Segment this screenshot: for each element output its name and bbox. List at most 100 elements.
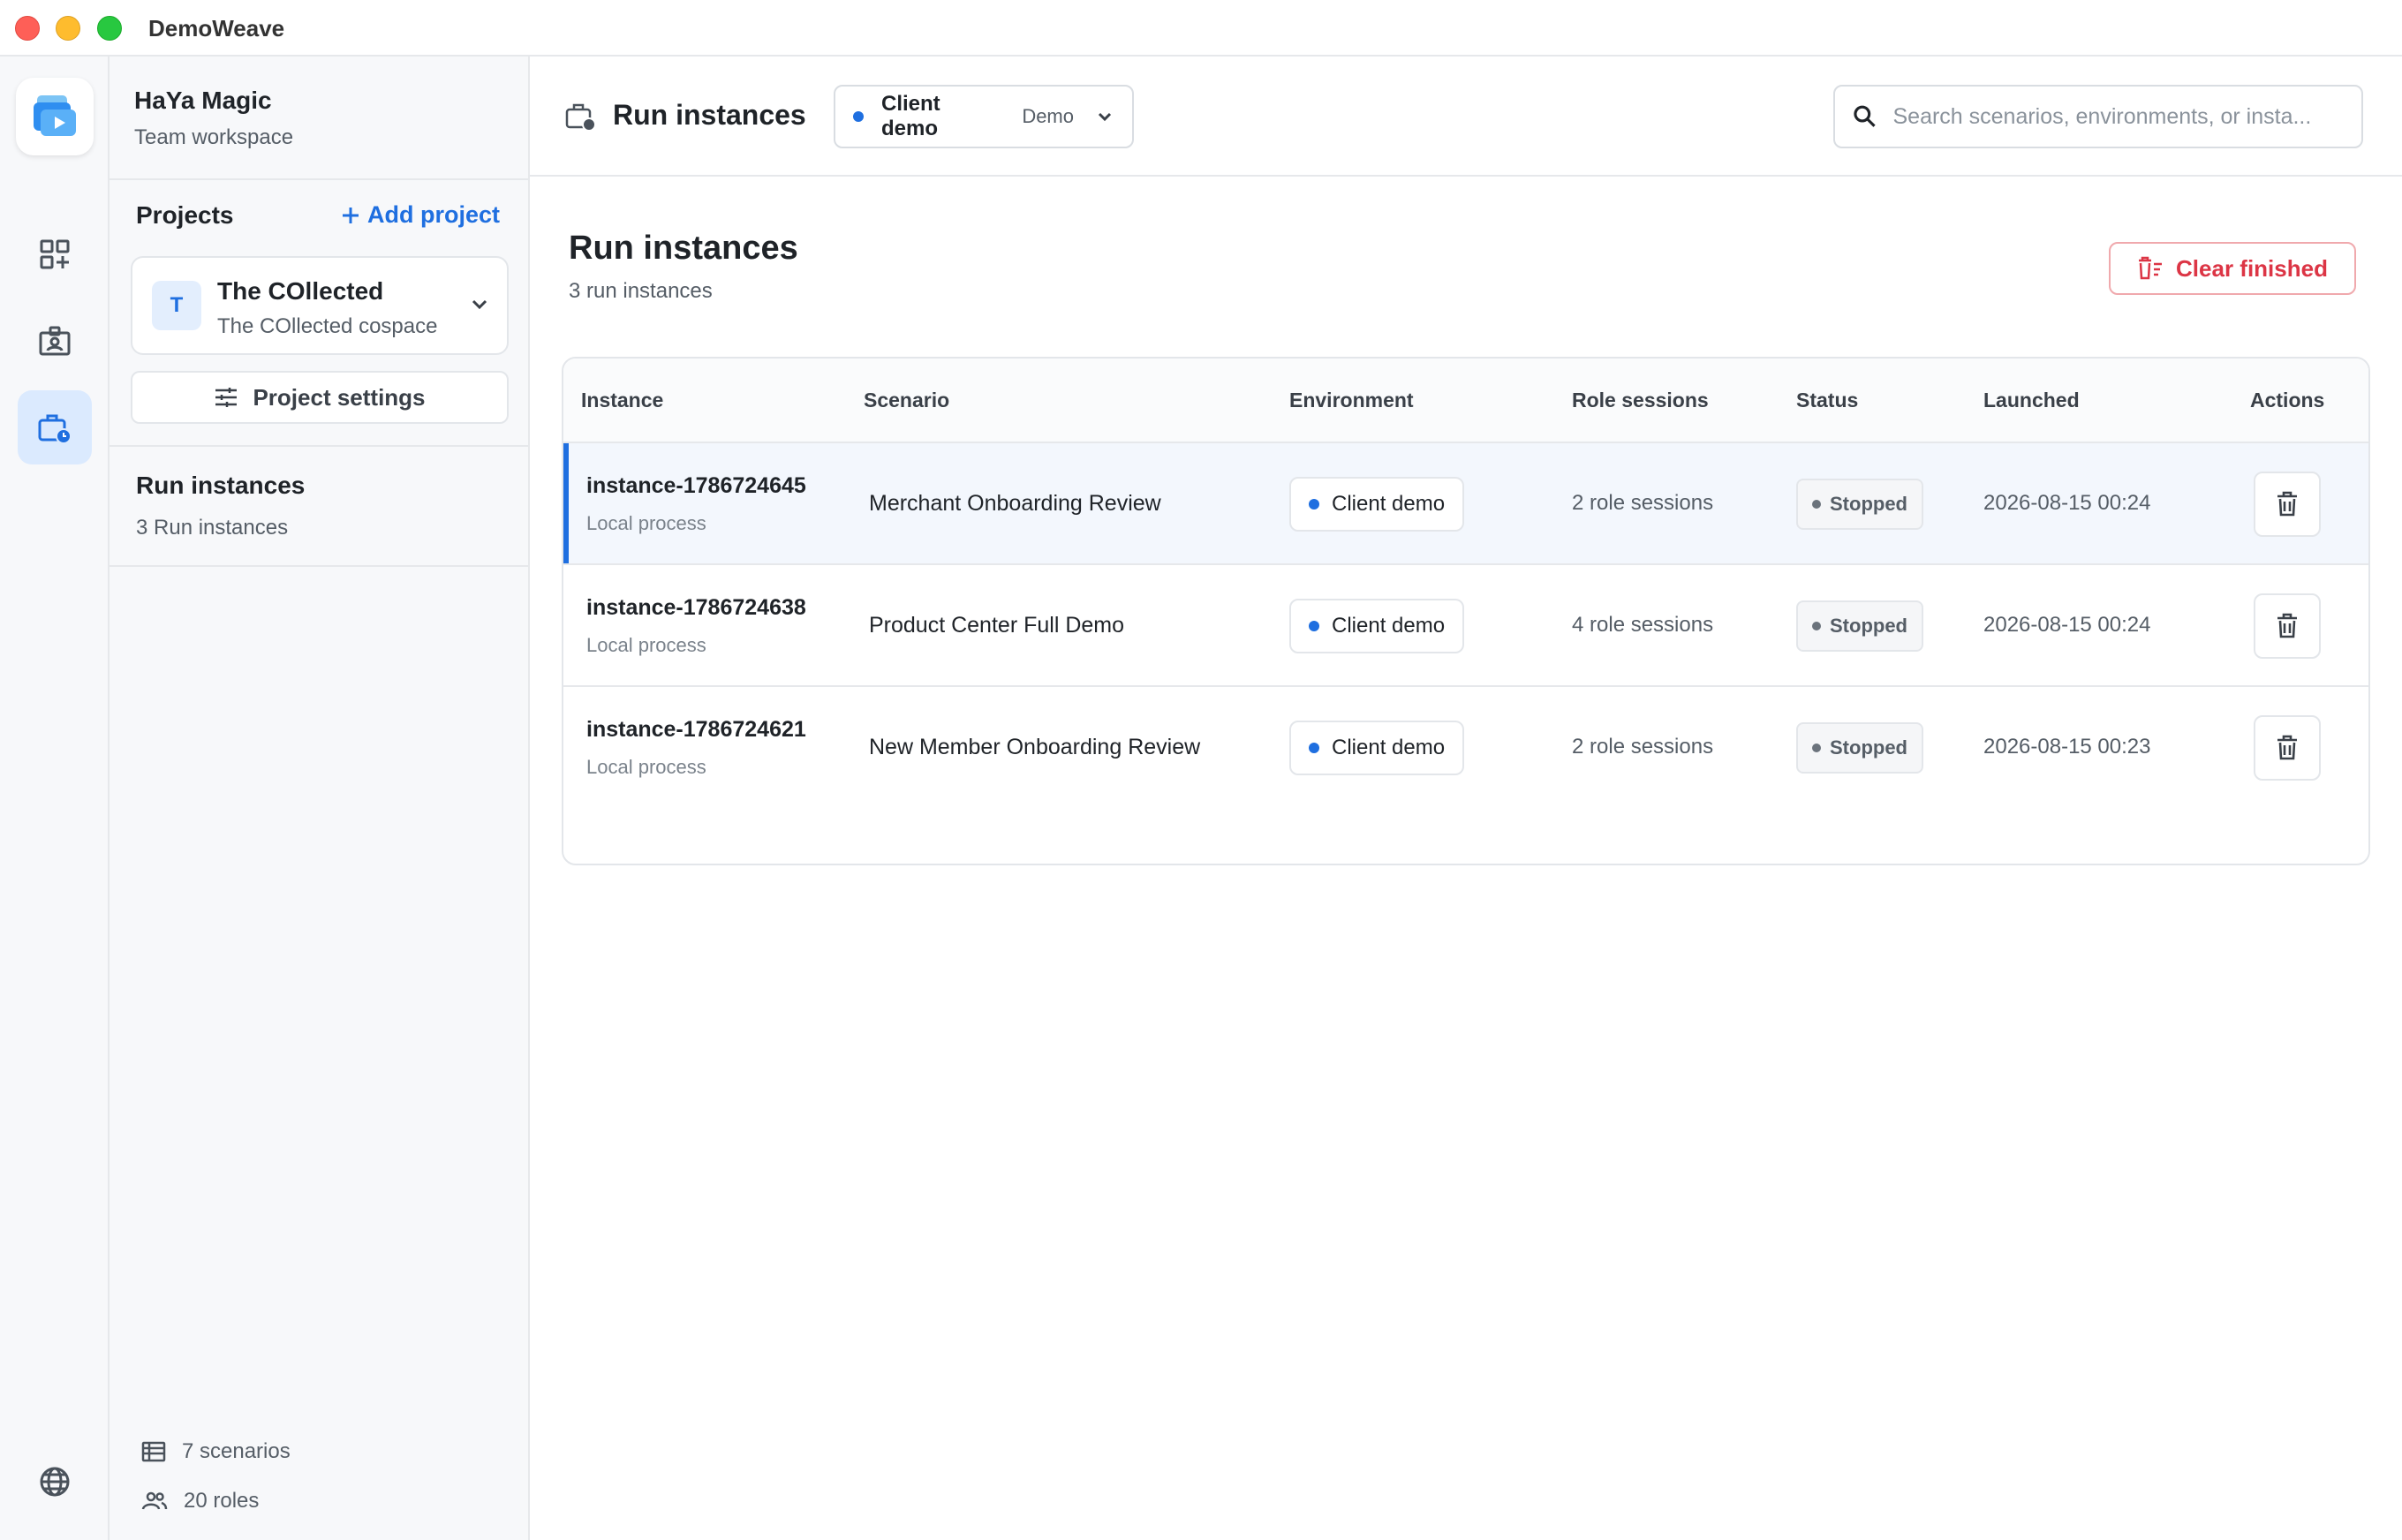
sidebar-divider — [110, 565, 530, 567]
table-header: Instance Scenario Environment Role sessi… — [563, 359, 2368, 443]
launched-time: 2026-08-15 00:24 — [1983, 491, 2151, 515]
instance-type: Local process — [586, 634, 706, 656]
sidebar: HaYa Magic Team workspace Projects Add p… — [110, 57, 530, 1540]
list-icon — [141, 1441, 166, 1462]
launched-time: 2026-08-15 00:23 — [1983, 735, 2151, 759]
instance-type: Local process — [586, 512, 706, 534]
column-header-launched: Launched — [1983, 389, 2080, 411]
status-dot — [1812, 622, 1821, 630]
sliders-icon — [215, 388, 238, 407]
scenarios-count: 7 scenarios — [141, 1439, 291, 1464]
environment-chip: Client demo — [1289, 599, 1465, 653]
run-instances-icon — [565, 103, 596, 132]
status-badge: Stopped — [1796, 722, 1923, 774]
trash-icon — [2277, 735, 2297, 760]
add-project-button[interactable]: Add project — [341, 201, 500, 229]
trash-icon — [2277, 491, 2297, 517]
search-input[interactable] — [1892, 103, 2344, 130]
environment-tag: Demo — [1022, 105, 1074, 127]
people-icon — [141, 1491, 168, 1510]
language-globe-icon[interactable] — [18, 1445, 92, 1519]
environment-dot — [1309, 621, 1319, 631]
nav-run-instances[interactable]: Run instances — [136, 472, 305, 500]
workspace-subtitle: Team workspace — [134, 125, 294, 149]
clear-trash-icon — [2139, 256, 2163, 280]
status-badge: Stopped — [1796, 479, 1923, 530]
dashboard-add-icon[interactable] — [18, 217, 92, 291]
close-window-button[interactable] — [15, 16, 40, 41]
project-selector[interactable]: T The COllected The COllected cospace — [131, 256, 509, 355]
page-subtitle: 3 run instances — [569, 279, 713, 303]
delete-instance-button[interactable] — [2254, 472, 2321, 537]
column-header-instance: Instance — [581, 389, 664, 411]
page-title: Run instances — [569, 230, 798, 267]
role-sessions: 4 role sessions — [1572, 613, 1714, 637]
column-header-scenario: Scenario — [864, 389, 950, 411]
scenario-name: Merchant Onboarding Review — [869, 491, 1161, 516]
search-box[interactable] — [1833, 85, 2363, 148]
title-bar: DemoWeave — [0, 0, 2402, 57]
role-sessions: 2 role sessions — [1572, 491, 1714, 515]
roles-count: 20 roles — [141, 1489, 259, 1514]
delete-instance-button[interactable] — [2254, 593, 2321, 659]
top-bar: Run instances Client demo Demo — [530, 57, 2402, 177]
scenario-name: Product Center Full Demo — [869, 613, 1125, 638]
column-header-status: Status — [1796, 389, 1859, 411]
delete-instance-button[interactable] — [2254, 715, 2321, 781]
status-dot — [1812, 500, 1821, 509]
instance-type: Local process — [586, 756, 706, 778]
table-row[interactable]: instance-1786724621 Local process New Me… — [563, 687, 2368, 809]
trash-icon — [2277, 613, 2297, 638]
table-row[interactable]: instance-1786724645 Local process Mercha… — [563, 443, 2368, 565]
environment-chip-label: Client demo — [1332, 614, 1446, 638]
app-title: DemoWeave — [148, 15, 285, 42]
project-subtitle: The COllected cospace — [217, 314, 438, 338]
environment-selector[interactable]: Client demo Demo — [834, 85, 1134, 148]
environment-dot — [1309, 743, 1319, 753]
clear-finished-button[interactable]: Clear finished — [2109, 242, 2356, 295]
role-badge-icon[interactable] — [18, 304, 92, 378]
roles-count-label: 20 roles — [184, 1489, 260, 1513]
chevron-down-icon — [1098, 112, 1112, 122]
icon-rail — [0, 57, 110, 1540]
environment-chip: Client demo — [1289, 477, 1465, 532]
table-row[interactable]: instance-1786724638 Local process Produc… — [563, 565, 2368, 687]
environment-name: Client demo — [881, 92, 940, 140]
projects-heading: Projects — [136, 201, 234, 229]
column-header-role-sessions: Role sessions — [1572, 389, 1709, 411]
status-badge: Stopped — [1796, 600, 1923, 652]
zoom-window-button[interactable] — [97, 16, 122, 41]
top-bar-title: Run instances — [613, 99, 806, 131]
app-logo-icon[interactable] — [16, 78, 94, 155]
status-label: Stopped — [1830, 615, 1907, 637]
run-instances-icon[interactable] — [18, 390, 92, 464]
project-settings-button[interactable]: Project settings — [131, 371, 509, 424]
environment-chip-label: Client demo — [1332, 736, 1446, 759]
scenarios-count-label: 7 scenarios — [182, 1439, 291, 1463]
instance-id: instance-1786724621 — [586, 717, 806, 742]
main-content: Run instances Client demo Demo Run insta… — [530, 57, 2402, 1540]
plus-icon — [342, 207, 359, 223]
status-dot — [1812, 744, 1821, 752]
status-label: Stopped — [1830, 493, 1907, 515]
chevron-down-icon — [472, 299, 487, 310]
column-header-actions: Actions — [2250, 389, 2325, 411]
instance-id: instance-1786724645 — [586, 473, 806, 498]
workspace-name: HaYa Magic — [134, 87, 272, 114]
project-name: The COllected — [217, 277, 384, 305]
environment-dot — [1309, 499, 1319, 510]
role-sessions: 2 role sessions — [1572, 735, 1714, 759]
status-label: Stopped — [1830, 736, 1907, 759]
minimize-window-button[interactable] — [56, 16, 80, 41]
project-settings-label: Project settings — [253, 383, 426, 411]
column-header-environment: Environment — [1289, 389, 1414, 411]
clear-finished-label: Clear finished — [2176, 254, 2328, 282]
nav-run-instances-count: 3 Run instances — [136, 516, 289, 540]
search-icon — [1854, 105, 1876, 127]
sidebar-divider — [110, 178, 530, 180]
add-project-label: Add project — [366, 201, 500, 228]
app-window: DemoWeave HaYa Magic Team workspace Proj… — [0, 0, 2402, 1540]
launched-time: 2026-08-15 00:24 — [1983, 613, 2151, 637]
environment-dot — [853, 111, 864, 122]
sidebar-divider — [110, 445, 530, 447]
